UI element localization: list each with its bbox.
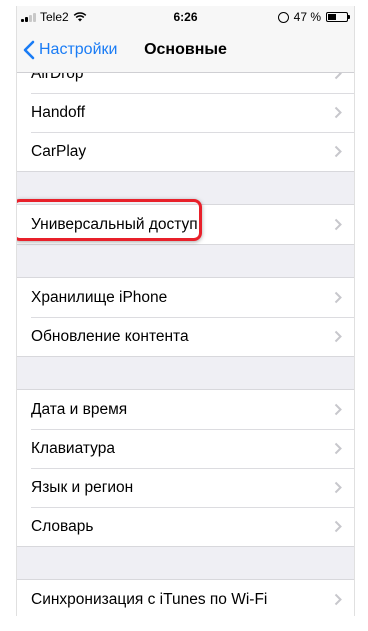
- phone-screen: Tele2 6:26 47 % Настройки Основные AirDr…: [16, 6, 355, 616]
- list-item-label: Словарь: [31, 517, 94, 535]
- navigation-bar: Настройки Основные: [17, 28, 354, 73]
- chevron-right-icon: [334, 481, 342, 494]
- list-item-dictionary[interactable]: Словарь: [17, 507, 354, 546]
- battery-percent: 47 %: [293, 10, 321, 24]
- list-item-handoff[interactable]: Handoff: [17, 93, 354, 132]
- settings-list[interactable]: AirDrop Handoff CarPlay Универсальный до…: [17, 73, 354, 616]
- rotation-lock-icon: [277, 11, 289, 23]
- list-item-background-refresh[interactable]: Обновление контента: [17, 317, 354, 356]
- settings-group-sharing: AirDrop Handoff CarPlay: [17, 73, 354, 172]
- settings-group-sync: Синхронизация с iTunes по Wi-Fi: [17, 579, 354, 616]
- list-item-label: Дата и время: [31, 400, 128, 418]
- list-item-label: Handoff: [31, 103, 86, 121]
- chevron-right-icon: [334, 593, 342, 606]
- chevron-right-icon: [334, 73, 342, 80]
- screenshot-frame: Tele2 6:26 47 % Настройки Основные AirDr…: [0, 0, 368, 631]
- chevron-right-icon: [334, 520, 342, 533]
- status-bar: Tele2 6:26 47 %: [17, 6, 354, 28]
- settings-group-locale: Дата и время Клавиатура Язык и регион Сл…: [17, 389, 354, 547]
- list-item-iphone-storage[interactable]: Хранилище iPhone: [17, 278, 354, 317]
- list-item-label: AirDrop: [31, 73, 84, 82]
- page-title: Основные: [144, 41, 227, 58]
- chevron-right-icon: [334, 291, 342, 304]
- chevron-right-icon: [334, 218, 342, 231]
- list-item-language-region[interactable]: Язык и регион: [17, 468, 354, 507]
- status-right: 47 %: [277, 10, 350, 24]
- list-item-label: Универсальный доступ: [31, 215, 198, 233]
- list-item-label: Обновление контента: [31, 327, 189, 345]
- list-item-itunes-wifi-sync[interactable]: Синхронизация с iTunes по Wi-Fi: [17, 580, 354, 616]
- settings-group-storage: Хранилище iPhone Обновление контента: [17, 277, 354, 357]
- list-item-label: Клавиатура: [31, 439, 115, 457]
- list-item-accessibility[interactable]: Универсальный доступ: [17, 199, 354, 244]
- list-item-label: CarPlay: [31, 142, 87, 160]
- list-item-airdrop[interactable]: AirDrop: [17, 73, 354, 93]
- list-item-carplay[interactable]: CarPlay: [17, 132, 354, 171]
- chevron-right-icon: [334, 106, 342, 119]
- list-item-keyboard[interactable]: Клавиатура: [17, 429, 354, 468]
- chevron-right-icon: [334, 403, 342, 416]
- chevron-right-icon: [334, 330, 342, 343]
- chevron-right-icon: [334, 442, 342, 455]
- list-item-label: Синхронизация с iTunes по Wi-Fi: [31, 590, 268, 608]
- battery-icon: [326, 12, 350, 22]
- list-item-label: Язык и регион: [31, 478, 134, 496]
- list-item-date-time[interactable]: Дата и время: [17, 390, 354, 429]
- chevron-right-icon: [334, 145, 342, 158]
- list-item-label: Хранилище iPhone: [31, 288, 168, 306]
- settings-group-accessibility: Универсальный доступ: [17, 199, 354, 245]
